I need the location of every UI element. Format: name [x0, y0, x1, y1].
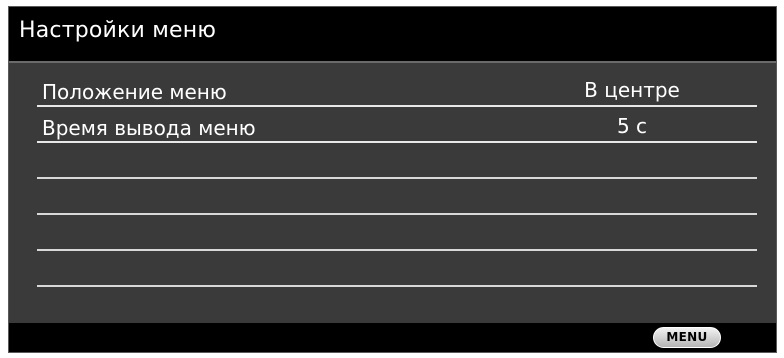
- menu-button[interactable]: MENU: [653, 327, 721, 348]
- page-title: Настройки меню: [19, 18, 217, 43]
- row-divider: [37, 285, 757, 287]
- menu-item-empty: [37, 179, 757, 215]
- menu-item-empty: [37, 215, 757, 251]
- menu-item-empty: [37, 251, 757, 287]
- menu-item-empty: [37, 143, 757, 179]
- menu-item-label: Положение меню: [42, 80, 227, 104]
- menu-item-menu-display-time[interactable]: Время вывода меню 5 с: [37, 107, 757, 143]
- menu-item-menu-position[interactable]: Положение меню В центре: [37, 71, 757, 107]
- menu-item-value[interactable]: 5 с: [577, 114, 687, 138]
- osd-menu-panel: Настройки меню Положение меню В центре В…: [8, 6, 777, 353]
- menu-list: Положение меню В центре Время вывода мен…: [9, 63, 776, 325]
- menu-item-label: Время вывода меню: [42, 116, 256, 140]
- footer-bar: MENU: [9, 323, 776, 352]
- title-bar: Настройки меню: [9, 7, 776, 61]
- menu-item-value[interactable]: В центре: [577, 78, 687, 102]
